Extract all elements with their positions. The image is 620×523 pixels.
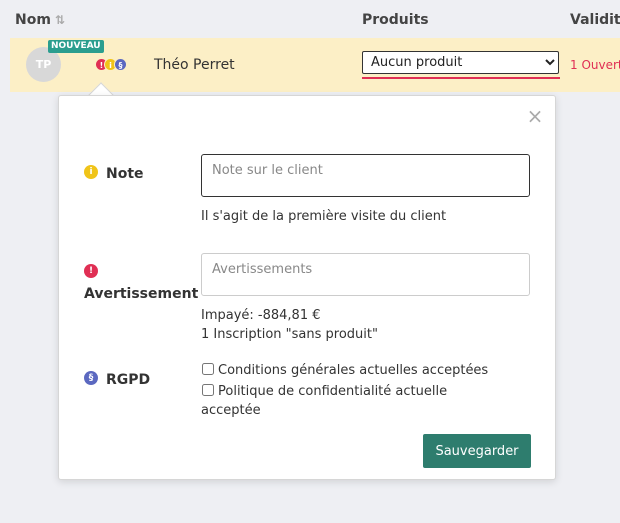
new-badge: NOUVEAU xyxy=(48,40,104,53)
client-info-popover: × i Note Il s'agit de la première visite… xyxy=(58,95,556,480)
sort-icon[interactable]: ⇅ xyxy=(55,13,65,27)
table-header: Nom ⇅ Produits Validité xyxy=(0,0,620,38)
terms-checkbox-row[interactable]: Conditions générales actuelles acceptées xyxy=(201,361,501,380)
client-name: Théo Perret xyxy=(154,57,235,73)
column-validite: Validité xyxy=(570,12,620,28)
rgpd-label: RGPD xyxy=(106,372,151,388)
info-icon: i xyxy=(84,165,98,179)
column-nom[interactable]: Nom ⇅ xyxy=(15,12,65,28)
product-select[interactable]: Aucun produit xyxy=(362,51,559,74)
warning-icon: ! xyxy=(84,264,98,278)
no-product-text: 1 Inscription "sans produit" xyxy=(201,327,378,342)
select-error-underline xyxy=(362,77,560,79)
note-label: Note xyxy=(106,166,144,182)
rgpd-icon: § xyxy=(84,371,98,385)
rgpd-icon: § xyxy=(114,58,127,71)
status-icons[interactable]: ! i § xyxy=(95,58,135,73)
warning-label: Avertissement xyxy=(84,286,199,302)
unpaid-text: Impayé: -884,81 € xyxy=(201,308,321,323)
warning-input[interactable] xyxy=(201,253,530,296)
privacy-checkbox[interactable] xyxy=(202,384,214,396)
first-visit-text: Il s'agit de la première visite du clien… xyxy=(201,209,447,224)
privacy-label: Politique de confidentialité actuelle ac… xyxy=(201,384,448,418)
validity-status: 1 Ouvert xyxy=(570,58,620,72)
note-input[interactable] xyxy=(201,154,530,197)
terms-label: Conditions générales actuelles acceptées xyxy=(218,363,489,378)
close-button[interactable]: × xyxy=(526,106,544,126)
column-nom-label: Nom xyxy=(15,12,51,28)
save-button[interactable]: Sauvegarder xyxy=(423,434,531,468)
privacy-checkbox-row[interactable]: Politique de confidentialité actuelle ac… xyxy=(201,382,471,420)
terms-checkbox[interactable] xyxy=(202,363,214,375)
column-produits: Produits xyxy=(362,12,429,28)
